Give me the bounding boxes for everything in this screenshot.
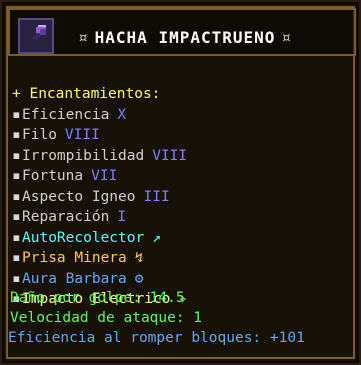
enchantment-level: III	[143, 188, 170, 205]
mining-efficiency-stat: Eficiencia al romper bloques: +101	[8, 330, 305, 346]
enchantment-level: X	[117, 106, 127, 123]
enchantment-name: Irrompibilidad	[22, 147, 145, 164]
bullet-icon: ▪	[12, 229, 21, 246]
bullet-icon: ▪	[12, 106, 21, 123]
enchantment-name: Aura Barbara	[22, 270, 127, 287]
enchantment-name: Filo	[22, 127, 57, 143]
title-decoration-left: ¤	[78, 28, 89, 47]
enchantment-name: Eficiencia	[22, 106, 110, 123]
purple-axe-icon	[18, 18, 54, 54]
enchantment-row: ▪Filo VIII	[12, 125, 357, 146]
bullet-icon: ▪	[12, 147, 21, 164]
enchantment-row: ▪Reparación I	[12, 207, 357, 228]
enchantment-level: VII	[91, 168, 118, 184]
item-tooltip: ¤ HACHA IMPACTRUENO ¤ + Encantamientos: ▪E…	[2, 2, 359, 363]
bullet-icon: ▪	[12, 270, 21, 287]
bullet-icon: ▪	[12, 250, 21, 266]
bullet-icon: ▪	[12, 188, 21, 205]
enchantment-row: ▪Aura Barbara ⚙	[12, 269, 357, 290]
bullet-icon: ▪	[12, 209, 21, 225]
enchantment-list: + Encantamientos: ▪Eficiencia X ▪Filo VIII ▪…	[12, 84, 357, 310]
tooltip-title-box: ¤ HACHA IMPACTRUENO ¤	[8, 8, 356, 56]
bullet-icon: ▪	[12, 127, 21, 143]
damage-stat: Daño por golpe: 14.5	[10, 290, 185, 306]
enchantment-name: Fortuna	[22, 168, 84, 184]
enchantment-row: ▪Aspecto Igneo III	[12, 187, 357, 208]
enchantment-row: ▪Fortuna VII	[12, 166, 357, 187]
enchantment-name: AutoRecolector	[22, 229, 145, 246]
title-decoration-right: ¤	[281, 28, 293, 47]
attack-speed-stat: Velocidad de ataque: 1	[10, 310, 203, 326]
enchantment-row: ▪Eficiencia X	[12, 105, 357, 126]
item-name: HACHA IMPACTRUENO	[94, 28, 276, 47]
enchantment-level: ↯	[134, 250, 144, 266]
enchantment-row: ▪Prisa Minera ↯	[12, 248, 357, 269]
enchantment-level: VIII	[64, 127, 100, 143]
item-title: ¤ HACHA IMPACTRUENO ¤	[72, 28, 298, 47]
enchantment-name: Reparación	[22, 209, 110, 225]
enchantment-level: ↗	[152, 229, 161, 246]
enchantment-row: ▪AutoRecolector ↗	[12, 228, 357, 249]
enchantment-level: I	[117, 209, 127, 225]
bullet-icon: ▪	[12, 168, 21, 184]
enchantment-level: ⚙	[134, 270, 144, 287]
enchantments-header: + Encantamientos:	[12, 86, 161, 102]
enchantment-name: Aspecto Igneo	[22, 188, 136, 205]
enchantment-row: ▪Irrompibilidad VIII	[12, 146, 357, 167]
enchantment-level: VIII	[152, 147, 188, 164]
enchantment-name: Prisa Minera	[22, 250, 127, 266]
